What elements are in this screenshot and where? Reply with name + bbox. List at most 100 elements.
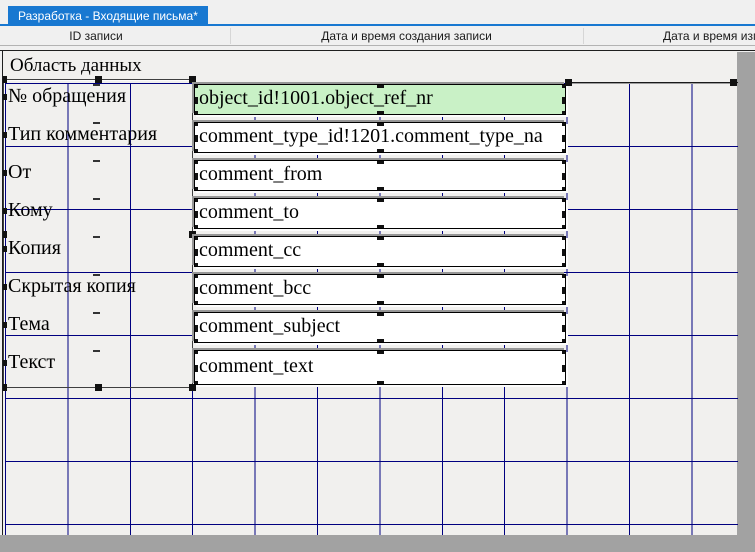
selection-handle[interactable]	[194, 365, 198, 372]
field-label[interactable]: № обращения	[3, 84, 192, 114]
selection-handle[interactable]	[562, 339, 566, 343]
field-label[interactable]: Текст	[3, 350, 192, 380]
field-label[interactable]: Тема	[3, 312, 192, 342]
field-box-comment-subject[interactable]: comment_subject	[194, 312, 566, 343]
selection-handle[interactable]	[730, 79, 737, 86]
column-header-modified[interactable]: Дата и время изм	[663, 29, 755, 45]
selection-handle[interactable]	[562, 187, 566, 191]
field-label[interactable]: Тип комментария	[3, 122, 192, 152]
selection-handle[interactable]	[562, 249, 566, 256]
selection-handle[interactable]	[562, 135, 566, 142]
selection-handle[interactable]	[377, 111, 384, 115]
selection-handle[interactable]	[377, 198, 384, 202]
selection-handle[interactable]	[377, 301, 384, 305]
selection-handle[interactable]	[377, 84, 384, 88]
field-box-object-ref[interactable]: object_id!1001.object_ref_nr	[194, 84, 566, 115]
selection-handle[interactable]	[377, 274, 384, 278]
selection-handle[interactable]	[562, 198, 566, 202]
field-label[interactable]: Копия	[3, 236, 192, 266]
selection-handle[interactable]	[562, 211, 566, 218]
selection-handle[interactable]	[377, 225, 384, 229]
selection-handle[interactable]	[377, 381, 384, 385]
selection-handle[interactable]	[562, 263, 566, 267]
selection-handle[interactable]	[2, 284, 7, 290]
field-box-comment-text[interactable]: comment_text	[194, 350, 566, 385]
selection-handle[interactable]	[562, 173, 566, 180]
selection-handle[interactable]	[2, 94, 7, 100]
selection-handle[interactable]	[2, 132, 7, 138]
field-label[interactable]: Скрытая копия	[3, 274, 192, 304]
selection-handle[interactable]	[377, 350, 384, 354]
selection-handle[interactable]	[194, 187, 198, 191]
field-label[interactable]: Кому	[3, 198, 192, 228]
selection-handle[interactable]	[562, 97, 566, 104]
field-label[interactable]: От	[3, 160, 192, 190]
selection-handle[interactable]	[194, 198, 198, 202]
selection-handle[interactable]	[194, 84, 198, 88]
selection-handle[interactable]	[562, 381, 566, 385]
selection-handle[interactable]	[194, 381, 198, 385]
selection-handle[interactable]	[194, 97, 198, 104]
selection-handle[interactable]	[562, 236, 566, 240]
selection-handle[interactable]	[189, 76, 196, 83]
selection-handle[interactable]	[95, 76, 102, 83]
selection-handle[interactable]	[2, 170, 7, 176]
selection-handle[interactable]	[194, 312, 198, 316]
selection-handle[interactable]	[562, 301, 566, 305]
selection-handle[interactable]	[194, 160, 198, 164]
selection-handle[interactable]	[562, 122, 566, 126]
selection-handle[interactable]	[377, 339, 384, 343]
selection-handle[interactable]	[189, 384, 196, 391]
selection-handle[interactable]	[2, 208, 7, 214]
selection-handle[interactable]	[562, 274, 566, 278]
selection-handle[interactable]	[194, 287, 198, 294]
selection-handle[interactable]	[2, 76, 7, 83]
column-header-record-id[interactable]: ID записи	[0, 29, 192, 45]
selection-handle[interactable]	[377, 187, 384, 191]
selection-handle[interactable]	[562, 312, 566, 316]
column-header-created[interactable]: Дата и время создания записи	[230, 29, 583, 45]
field-box-comment-to[interactable]: comment_to	[194, 198, 566, 229]
field-box-comment-bcc[interactable]: comment_bcc	[194, 274, 566, 305]
selection-handle[interactable]	[562, 160, 566, 164]
selection-handle[interactable]	[2, 384, 7, 391]
selection-handle[interactable]	[565, 79, 572, 86]
selection-handle[interactable]	[194, 339, 198, 343]
selection-handle[interactable]	[194, 350, 198, 354]
selection-handle[interactable]	[562, 287, 566, 294]
selection-handle[interactable]	[194, 211, 198, 218]
selection-handle[interactable]	[377, 160, 384, 164]
selection-handle[interactable]	[194, 149, 198, 153]
selection-handle[interactable]	[194, 111, 198, 115]
selection-handle[interactable]	[377, 122, 384, 126]
band-title[interactable]: Область данных	[10, 55, 142, 77]
selection-handle[interactable]	[194, 236, 198, 240]
selection-handle[interactable]	[2, 322, 7, 328]
selection-handle[interactable]	[194, 301, 198, 305]
field-box-comment-from[interactable]: comment_from	[194, 160, 566, 191]
design-canvas[interactable]: Область данных № обращения Тип комментар…	[2, 51, 738, 535]
selection-handle[interactable]	[194, 249, 198, 256]
selection-handle[interactable]	[95, 384, 102, 391]
selection-handle[interactable]	[2, 360, 7, 366]
selection-handle[interactable]	[377, 312, 384, 316]
selection-handle[interactable]	[194, 225, 198, 229]
selection-handle[interactable]	[377, 263, 384, 267]
selection-handle[interactable]	[194, 263, 198, 267]
tab-development[interactable]: Разработка - Входящие письма*	[8, 6, 208, 26]
selection-handle[interactable]	[377, 149, 384, 153]
field-box-comment-cc[interactable]: comment_cc	[194, 236, 566, 267]
selection-handle[interactable]	[562, 325, 566, 332]
selection-handle[interactable]	[562, 225, 566, 229]
selection-handle[interactable]	[194, 135, 198, 142]
field-box-comment-type[interactable]: comment_type_id!1201.comment_type_na	[194, 122, 566, 153]
selection-handle[interactable]	[194, 122, 198, 126]
selection-handle[interactable]	[2, 246, 7, 252]
selection-handle[interactable]	[377, 236, 384, 240]
selection-handle[interactable]	[194, 173, 198, 180]
selection-handle[interactable]	[562, 149, 566, 153]
band-separator-line[interactable]	[567, 82, 738, 84]
selection-handle[interactable]	[562, 365, 566, 372]
selection-handle[interactable]	[194, 274, 198, 278]
selection-handle[interactable]	[194, 325, 198, 332]
